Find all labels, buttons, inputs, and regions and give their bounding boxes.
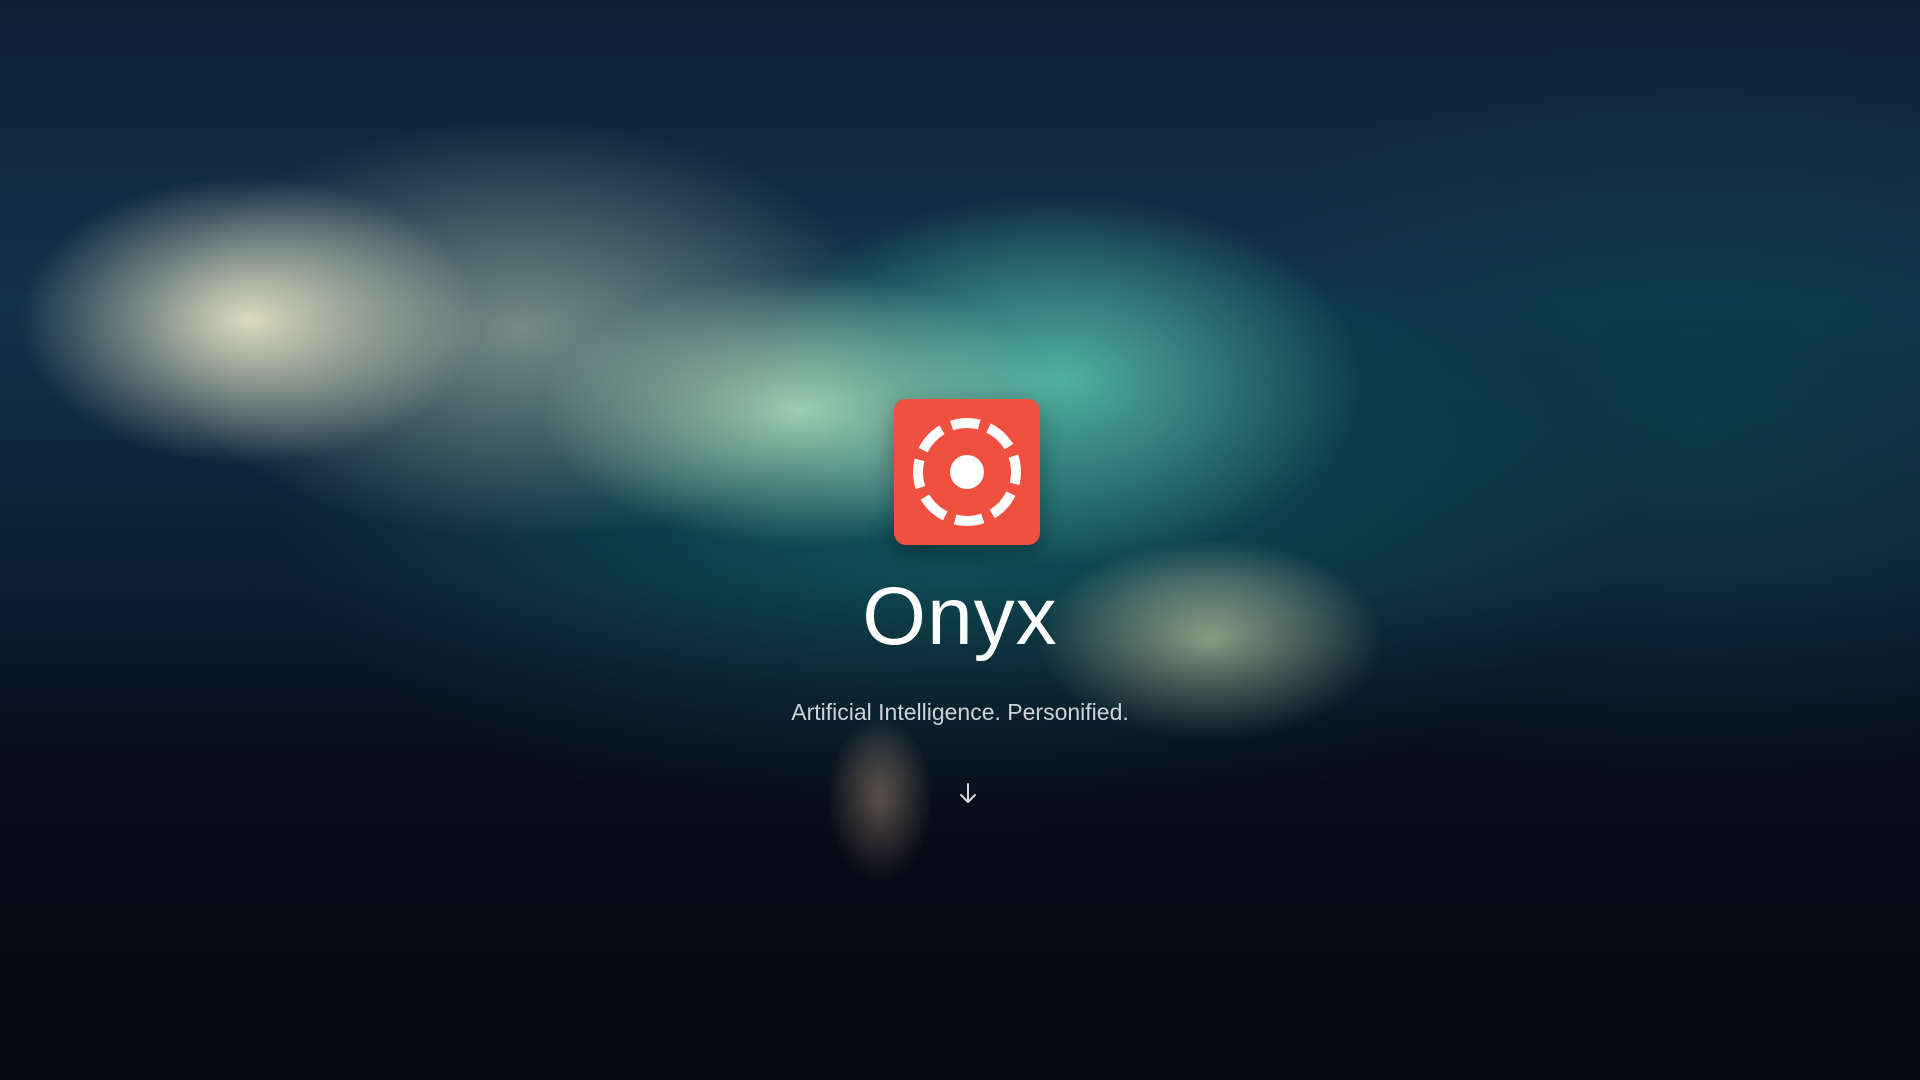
hero-content: Onyx Artificial Intelligence. Personifie… xyxy=(0,0,1920,1080)
app-logo xyxy=(894,399,1040,545)
scroll-down-button[interactable] xyxy=(946,776,990,812)
brand-tagline: Artificial Intelligence. Personified. xyxy=(791,699,1129,725)
target-ring-icon xyxy=(913,418,1021,526)
brand-name: Onyx xyxy=(862,571,1058,662)
arrow-down-icon xyxy=(960,783,976,803)
hero-section: Onyx Artificial Intelligence. Personifie… xyxy=(0,0,1920,1080)
